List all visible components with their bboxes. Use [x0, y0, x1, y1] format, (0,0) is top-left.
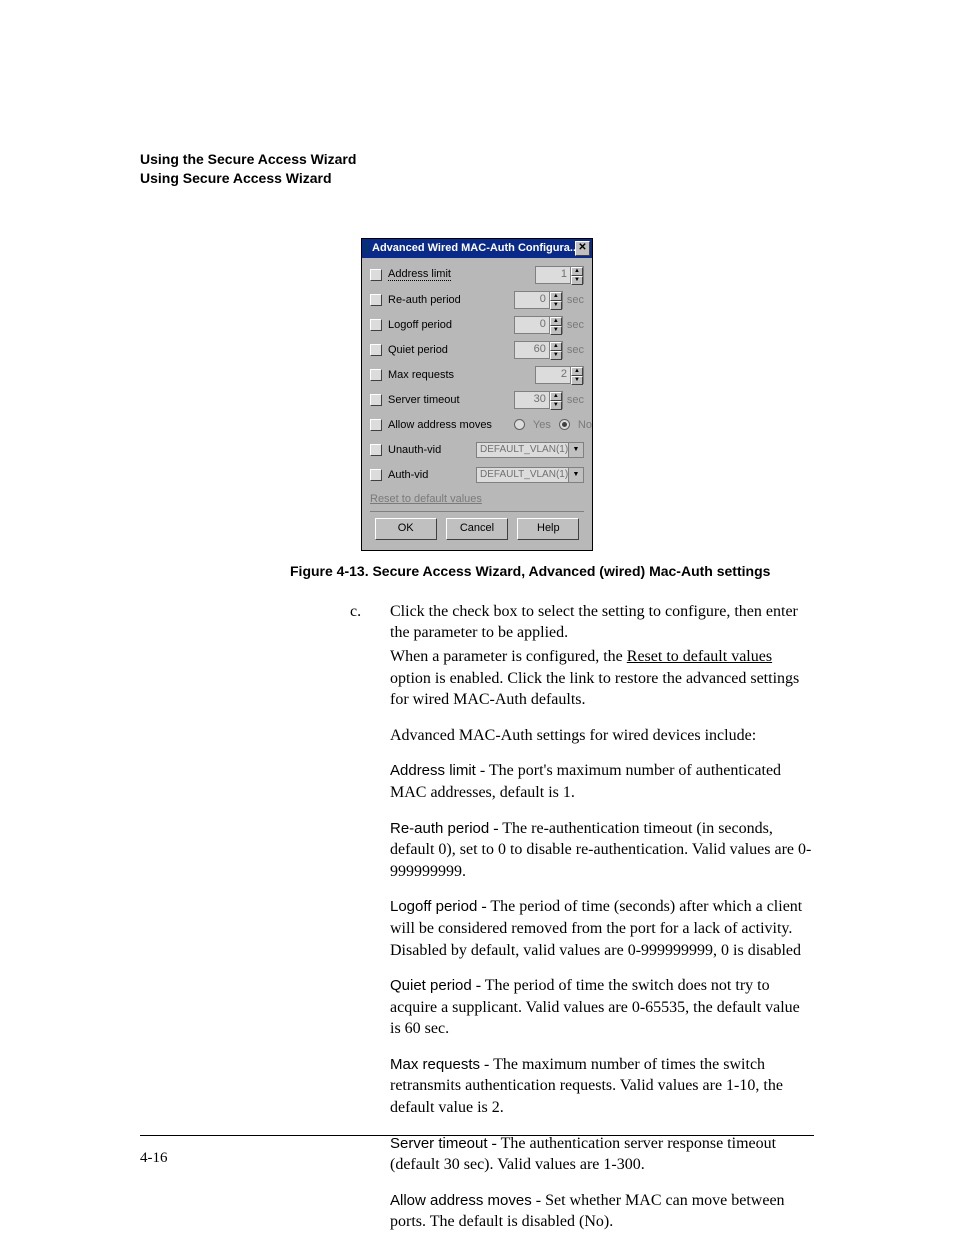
chevron-up-icon[interactable]: ▲: [550, 292, 562, 301]
unit-srvtimeout: sec: [567, 394, 584, 406]
checkbox-auth-vid[interactable]: [370, 469, 382, 481]
radio-yes[interactable]: [514, 419, 525, 430]
checkbox-logoff[interactable]: [370, 319, 382, 331]
cancel-button[interactable]: Cancel: [446, 518, 508, 540]
footer-rule: [140, 1135, 814, 1136]
spinner-srvtimeout[interactable]: 30 ▲▼: [514, 391, 563, 409]
chevron-up-icon[interactable]: ▲: [550, 317, 562, 326]
chevron-down-icon[interactable]: ▼: [571, 276, 583, 285]
chevron-down-icon[interactable]: ▼: [550, 351, 562, 360]
step-intro-2: When a parameter is configured, the Rese…: [390, 646, 814, 711]
ok-button[interactable]: OK: [375, 518, 437, 540]
step-intro-3: Advanced MAC-Auth settings for wired dev…: [390, 725, 814, 747]
reset-to-defaults-link[interactable]: Reset to default values: [370, 493, 482, 505]
def-quiet-period: Quiet period - The period of time the sw…: [390, 975, 814, 1040]
chevron-down-icon[interactable]: ▼: [550, 301, 562, 310]
page-number: 4-16: [140, 1150, 168, 1167]
chevron-down-icon[interactable]: ▼: [571, 376, 583, 385]
checkbox-unauth-vid[interactable]: [370, 444, 382, 456]
dialog-titlebar: Advanced Wired MAC-Auth Configura... ✕: [362, 239, 592, 258]
unit-logoff: sec: [567, 319, 584, 331]
def-address-limit: Address limit - The port's maximum numbe…: [390, 760, 814, 803]
checkbox-address-limit[interactable]: [370, 269, 382, 281]
label-maxreq: Max requests: [388, 369, 454, 381]
def-server-timeout: Server timeout - The authentication serv…: [390, 1133, 814, 1176]
unit-quiet: sec: [567, 344, 584, 356]
label-allowmoves: Allow address moves: [388, 419, 492, 431]
chevron-down-icon[interactable]: ▼: [550, 401, 562, 410]
running-header: Using the Secure Access Wizard Using Sec…: [140, 150, 814, 188]
spinner-logoff[interactable]: 0 ▲▼: [514, 316, 563, 334]
label-quiet: Quiet period: [388, 344, 448, 356]
step-intro-1: Click the check box to select the settin…: [390, 601, 814, 644]
label-unauth-vid: Unauth-vid: [388, 444, 441, 456]
combo-auth-vid[interactable]: DEFAULT_VLAN(1) ▼: [476, 467, 584, 483]
label-srvtimeout: Server timeout: [388, 394, 460, 406]
chevron-down-icon[interactable]: ▼: [568, 443, 583, 457]
close-icon[interactable]: ✕: [575, 241, 590, 256]
combo-unauth-vid[interactable]: DEFAULT_VLAN(1) ▼: [476, 442, 584, 458]
dialog-window: Advanced Wired MAC-Auth Configura... ✕ A…: [361, 238, 593, 551]
header-line1: Using the Secure Access Wizard: [140, 150, 814, 169]
radio-yes-label: Yes: [533, 419, 551, 431]
checkbox-srvtimeout[interactable]: [370, 394, 382, 406]
radio-no-label: No: [578, 419, 592, 431]
reset-inline-link: Reset to default values: [627, 648, 772, 665]
figure-caption: Figure 4-13. Secure Access Wizard, Advan…: [290, 563, 814, 579]
chevron-down-icon[interactable]: ▼: [550, 326, 562, 335]
spinner-maxreq[interactable]: 2 ▲▼: [535, 366, 584, 384]
radio-no[interactable]: [559, 419, 570, 430]
checkbox-reauth[interactable]: [370, 294, 382, 306]
label-address-limit: Address limit: [388, 268, 451, 281]
label-logoff: Logoff period: [388, 319, 452, 331]
unit-reauth: sec: [567, 294, 584, 306]
chevron-up-icon[interactable]: ▲: [550, 392, 562, 401]
label-reauth: Re-auth period: [388, 294, 461, 306]
system-menu-icon[interactable]: [366, 242, 368, 254]
help-button[interactable]: Help: [517, 518, 579, 540]
label-auth-vid: Auth-vid: [388, 469, 428, 481]
checkbox-quiet[interactable]: [370, 344, 382, 356]
step-marker: c.: [350, 601, 368, 1247]
checkbox-maxreq[interactable]: [370, 369, 382, 381]
chevron-up-icon[interactable]: ▲: [571, 367, 583, 376]
header-line2: Using Secure Access Wizard: [140, 169, 814, 188]
spinner-reauth[interactable]: 0 ▲▼: [514, 291, 563, 309]
checkbox-allowmoves[interactable]: [370, 419, 382, 431]
figure-screenshot: Advanced Wired MAC-Auth Configura... ✕ A…: [140, 238, 814, 551]
chevron-down-icon[interactable]: ▼: [568, 468, 583, 482]
def-allow-address-moves: Allow address moves - Set whether MAC ca…: [390, 1190, 814, 1233]
chevron-up-icon[interactable]: ▲: [550, 342, 562, 351]
dialog-title: Advanced Wired MAC-Auth Configura...: [372, 242, 575, 254]
def-max-requests: Max requests - The maximum number of tim…: [390, 1054, 814, 1119]
spinner-address-limit[interactable]: 1 ▲▼: [535, 266, 584, 284]
spinner-quiet[interactable]: 60 ▲▼: [514, 341, 563, 359]
chevron-up-icon[interactable]: ▲: [571, 267, 583, 276]
def-logoff-period: Logoff period - The period of time (seco…: [390, 896, 814, 961]
def-reauth-period: Re-auth period - The re-authentication t…: [390, 818, 814, 883]
